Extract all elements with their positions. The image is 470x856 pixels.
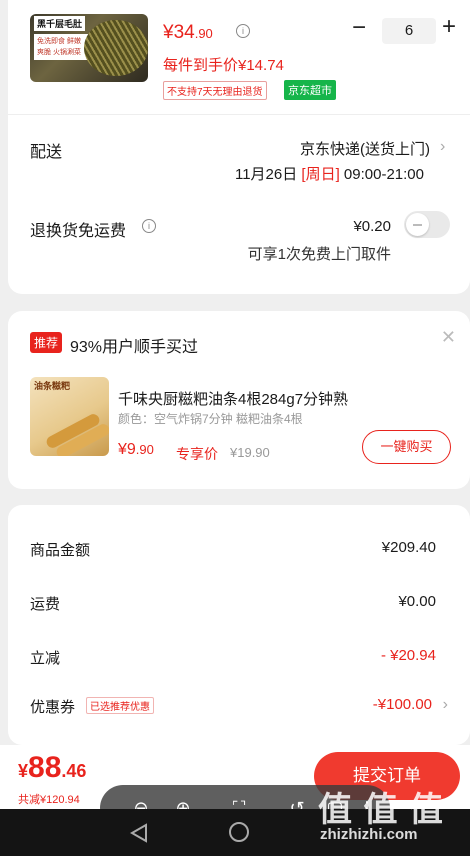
delivery-time[interactable]: 11月26日 [周日] 09:00-21:00: [235, 163, 424, 184]
price-summary-card: 商品金额 ¥209.40 运费 ¥0.00 立减 - ¥20.94 优惠券 已选…: [8, 505, 470, 745]
delivery-label: 配送: [30, 144, 63, 161]
summary-row: 运费 ¥0.00: [30, 593, 448, 617]
product-price-int: ¥34: [163, 22, 195, 43]
summary-value: ¥209.40: [381, 539, 436, 556]
recommend-original-price: ¥19.90: [230, 445, 270, 460]
summary-row: 商品金额 ¥209.40: [30, 539, 448, 563]
minus-button[interactable]: −: [352, 14, 366, 42]
plus-button[interactable]: +: [442, 13, 456, 41]
info-icon[interactable]: i: [142, 219, 156, 233]
coupon-tag: 已选推荐优惠: [86, 697, 154, 714]
recommend-product-spec: 颜色：空气炸锅7分钟 糍粑油条4根: [118, 412, 303, 426]
info-icon[interactable]: i: [236, 24, 250, 38]
back-icon[interactable]: [130, 823, 148, 843]
coupon-value: -¥100.00: [372, 696, 432, 713]
total-savings: 共减¥120.94: [18, 794, 80, 806]
return-fee-toggle[interactable]: [404, 211, 450, 238]
recommend-price-dec: .90: [135, 442, 154, 457]
chevron-right-icon[interactable]: ›: [440, 138, 445, 156]
summary-label: 优惠券: [30, 699, 76, 716]
summary-label: 运费: [30, 596, 61, 613]
recommend-product-image[interactable]: 油条糍粑: [30, 377, 109, 456]
chevron-right-icon[interactable]: ›: [443, 696, 448, 714]
product-price-dec: .90: [194, 26, 213, 41]
quantity-stepper: − 6 +: [348, 13, 464, 46]
total-int: 88: [28, 751, 62, 784]
recommend-image-label: 油条糍粑: [34, 381, 71, 391]
delivery-method[interactable]: 京东快递(送货上门): [300, 138, 430, 159]
recommend-card: 推荐 93%用户顺手买过 ✕ 油条糍粑 千味央厨糍粑油条4根284g7分钟熟 颜…: [8, 311, 470, 489]
total-price: ¥88.46: [18, 751, 86, 785]
watermark-text: zhizhizhi.com: [320, 826, 418, 843]
order-item-card: 黑千层毛肚 免洗即食 鲜嫩爽脆 火锅涮菜 ¥34.90 i − 6 + 每件到手…: [8, 0, 470, 294]
watermark-logo: 值 值 值: [318, 791, 444, 829]
discount-value: - ¥20.94: [380, 647, 436, 664]
home-icon[interactable]: [229, 822, 249, 842]
product-image[interactable]: 黑千层毛肚 免洗即食 鲜嫩爽脆 火锅涮菜: [30, 14, 148, 82]
return-fee-price: ¥0.20: [353, 218, 391, 235]
product-price: ¥34.90: [163, 22, 213, 44]
recommend-price-int: ¥9: [118, 441, 136, 458]
return-fee-note: 可享1次免费上门取件: [247, 246, 391, 263]
unit-price: 每件到手价¥14.74: [163, 57, 284, 74]
product-image-graphic: [84, 20, 148, 76]
quick-buy-button[interactable]: 一键购买: [362, 430, 451, 464]
delivery-weekday: [周日]: [301, 166, 340, 183]
close-icon[interactable]: ✕: [441, 327, 456, 348]
toggle-knob: [406, 213, 429, 236]
divider: [8, 114, 470, 115]
delivery-date: 11月26日: [234, 166, 298, 183]
total-currency: ¥: [18, 761, 29, 781]
product-image-caption: 免洗即食 鲜嫩爽脆 火锅涮菜: [34, 34, 90, 60]
summary-value: ¥0.00: [398, 593, 436, 610]
recommend-badge: 推荐: [30, 332, 63, 353]
total-dec: .46: [61, 761, 87, 781]
recommend-price-tag: 专享价: [176, 446, 218, 462]
return-fee-label: 退换货免运费: [30, 223, 127, 240]
store-badge: 京东超市: [284, 80, 336, 100]
recommend-price: ¥9.90: [118, 441, 154, 459]
recommend-product-name[interactable]: 千味央厨糍粑油条4根284g7分钟熟: [118, 388, 458, 409]
summary-row: 立减 - ¥20.94: [30, 647, 448, 671]
delivery-time-range: 09:00-21:00: [343, 166, 424, 183]
coupon-row[interactable]: 优惠券 已选推荐优惠 -¥100.00 ›: [30, 696, 448, 720]
recommend-title: 93%用户顺手买过: [70, 339, 199, 356]
summary-label: 商品金额: [30, 542, 91, 559]
product-image-label: 黑千层毛肚: [34, 16, 86, 31]
quantity-input[interactable]: 6: [382, 18, 436, 44]
no-return-badge: 不支持7天无理由退货: [163, 81, 267, 100]
summary-label: 立减: [30, 650, 61, 667]
